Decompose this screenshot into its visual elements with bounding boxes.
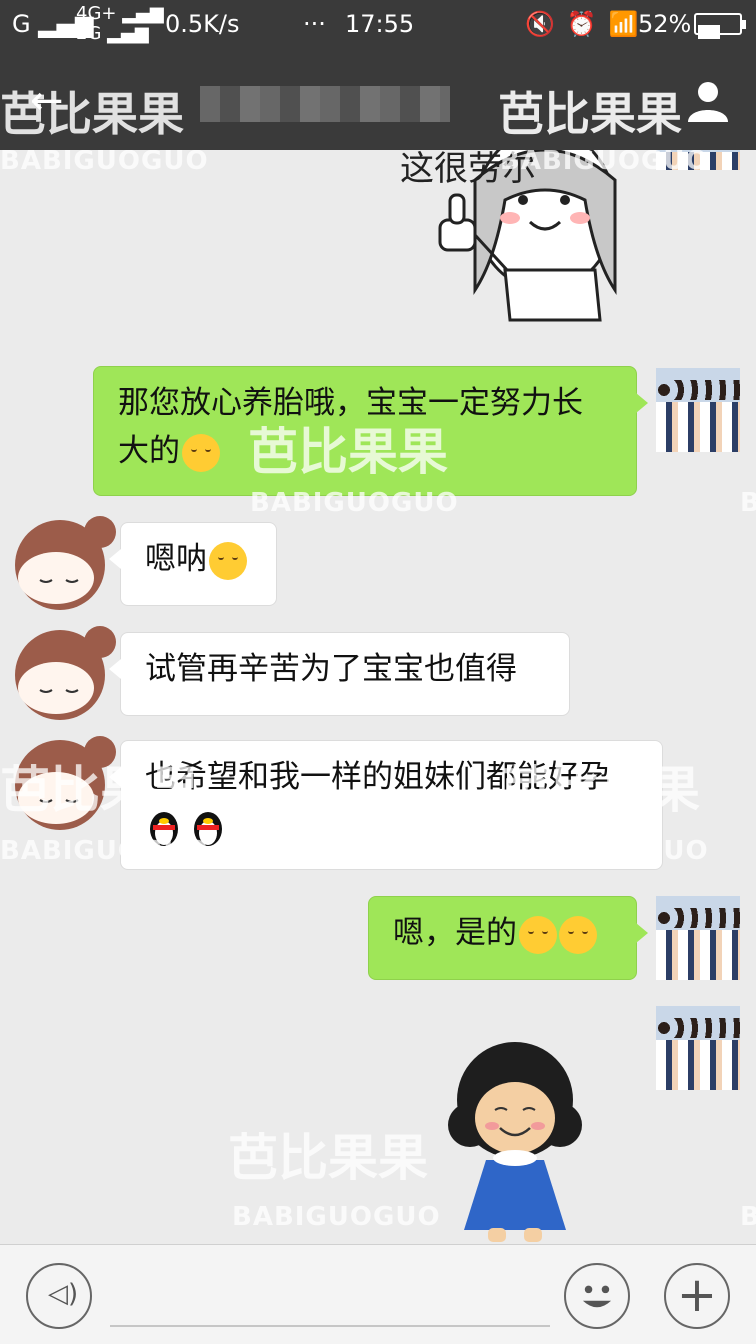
girl-avatar[interactable] <box>0 730 120 830</box>
watermark-en-edge: B <box>740 1202 756 1232</box>
status-icons: 🔇⏰📶 <box>525 10 651 38</box>
girl-avatar[interactable] <box>0 510 120 610</box>
battery-icon <box>694 13 746 39</box>
clock: 17:55 <box>345 10 415 38</box>
my-avatar[interactable] <box>656 1006 740 1090</box>
sticker-caption: 这很劳尔 <box>400 150 536 189</box>
thumbs-up-girl-sticker: 这很劳尔 <box>400 150 617 322</box>
plus-button[interactable]: + <box>664 1263 730 1329</box>
status-bar: G ▂▄▆ 4G+ ▂▄▆ 2G ▂▄▆ 0.5K/s ··· 17:55 🔇⏰📶… <box>0 0 756 50</box>
my-avatar[interactable] <box>656 368 740 452</box>
blurred-name <box>200 86 450 122</box>
message-bubble-sent[interactable]: 那您放心养胎哦，宝宝一定努力长大的 <box>93 366 648 496</box>
message-bubble-received[interactable]: 试管再辛苦为了宝宝也值得 <box>109 632 570 716</box>
voice-button[interactable]: ◁) <box>26 1263 92 1329</box>
my-avatar[interactable] <box>656 896 740 980</box>
penguin-emoji <box>194 811 222 846</box>
chat-messages[interactable]: 这很劳尔 BABIGUOGUO BABIGUOGUO 那您放心养胎哦，宝宝一定努… <box>0 150 756 1244</box>
network-speed: 0.5K/s <box>165 10 240 38</box>
watermark-en: BABIGUOGUO <box>232 1202 441 1232</box>
message-bubble-received[interactable]: 也希望和我一样的姐妹们都能好孕 <box>109 740 663 870</box>
battery-percent: 52% <box>638 10 692 38</box>
input-bar: ◁) + <box>0 1244 756 1344</box>
message-text: 也希望和我一样的姐妹们都能好孕 <box>145 759 610 795</box>
voice-icon: ◁) <box>48 1279 79 1309</box>
my-avatar[interactable] <box>656 150 740 170</box>
message-text: 试管再辛苦为了宝宝也值得 <box>145 651 517 687</box>
watermark-cn: 芭比果果 <box>228 1129 428 1187</box>
back-arrow-icon[interactable]: ← <box>30 78 64 124</box>
network-type: 4G+ ▂▄▆ 2G ▂▄▆ <box>76 3 164 44</box>
watermark-en: BABIGUOGUO <box>0 150 209 176</box>
penguin-emoji <box>150 811 178 846</box>
smile-emoji <box>519 915 557 954</box>
lucy-sticker[interactable] <box>448 1030 583 1244</box>
shy-smile-emoji <box>209 541 247 580</box>
message-bubble-received[interactable]: 嗯呐 <box>109 522 277 606</box>
chat-header: 芭比果果 ← 芭比果果 <box>0 50 756 150</box>
message-text: 嗯，是的 <box>393 915 517 951</box>
watermark-en-edge: B <box>740 488 756 518</box>
smile-emoji <box>559 915 597 954</box>
message-text: 嗯呐 <box>145 541 207 577</box>
emoji-button[interactable] <box>564 1263 630 1329</box>
message-bubble-sent[interactable]: 嗯，是的 <box>368 896 648 980</box>
girl-avatar[interactable] <box>0 620 120 720</box>
chat-title: 芭比果果 <box>0 87 184 141</box>
header-watermark: 芭比果果 <box>498 87 682 141</box>
person-icon[interactable] <box>686 78 730 122</box>
message-input[interactable] <box>110 1265 550 1327</box>
wink-tongue-emoji <box>182 433 220 472</box>
overflow-dots: ··· <box>303 10 326 38</box>
